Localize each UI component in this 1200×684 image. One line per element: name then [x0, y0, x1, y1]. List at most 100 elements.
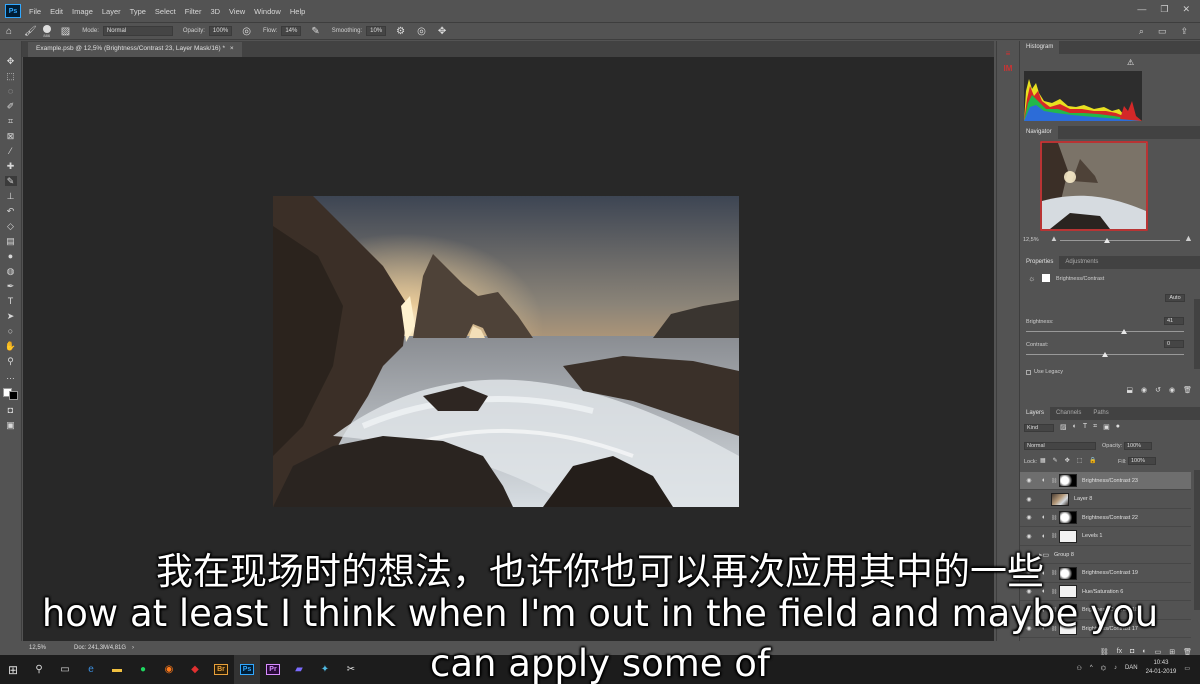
lasso-tool-icon[interactable]: ◌ [5, 86, 17, 96]
layer-visibility-icon[interactable]: ◉ [1023, 551, 1035, 558]
layers-scrollbar[interactable] [1194, 470, 1200, 610]
layer-thumbnail[interactable] [1059, 474, 1077, 487]
shape-tool-icon[interactable]: ○ [5, 326, 17, 336]
zoom-tool-icon[interactable]: ⚲ [5, 356, 17, 366]
layer-visibility-icon[interactable]: ◉ [1023, 607, 1035, 614]
eraser-tool-icon[interactable]: ◇ [5, 221, 17, 231]
status-doc-info[interactable]: Doc: 241,3M/4,81G [74, 645, 126, 651]
layer-visibility-icon[interactable]: ◉ [1023, 496, 1035, 503]
frame-tool-icon[interactable]: ⊠ [5, 131, 17, 141]
airbrush-icon[interactable]: ✎ [311, 26, 319, 37]
brightness-field[interactable]: 41 [1164, 317, 1184, 325]
app-icon-blue[interactable]: ✦ [312, 655, 338, 684]
layer-visibility-icon[interactable]: ◉ [1023, 514, 1035, 521]
contrast-knob[interactable] [1102, 352, 1108, 357]
type-filter-icon[interactable]: T [1083, 423, 1087, 431]
layer-row[interactable]: ◉ Layer 8 [1020, 491, 1191, 509]
layer-row[interactable]: ◉ ▸▭ Group 8 [1020, 546, 1191, 564]
delete-icon[interactable]: 🗑 [1183, 386, 1192, 394]
brightness-knob[interactable] [1120, 329, 1127, 334]
opacity-field[interactable]: 100% [208, 26, 233, 36]
shape-filter-icon[interactable]: ⌗ [1093, 423, 1097, 431]
mask-link-icon[interactable]: ⛓ [1051, 626, 1057, 632]
properties-scrollbar[interactable] [1194, 299, 1200, 369]
pen-tool-icon[interactable]: ✒ [5, 281, 17, 291]
layer-row[interactable]: ◉ ◐ ⛓ Levels 1 [1020, 528, 1191, 546]
marquee-tool-icon[interactable]: ⬚ [5, 71, 17, 81]
gradient-tool-icon[interactable]: ▤ [5, 236, 17, 246]
smoothing-field[interactable]: 10% [366, 26, 387, 36]
menu-file[interactable]: File [29, 7, 41, 16]
smoothing-settings-icon[interactable]: ⚙ [396, 26, 405, 37]
zoom-out-icon[interactable]: ▲ [1050, 234, 1058, 243]
tray-user-icon[interactable]: ⚇ [1076, 665, 1081, 672]
search-taskbar-icon[interactable]: ⚲ [26, 655, 52, 684]
share-icon[interactable]: ⇪ [1180, 26, 1188, 37]
mask-link-icon[interactable]: ⛓ [1051, 515, 1057, 521]
layer-row[interactable]: ◉ ◐ ⛓ Brightness/Contrast 22 [1020, 509, 1191, 527]
group-folder-icon[interactable]: ▸▭ [1039, 551, 1049, 559]
premiere-icon[interactable]: Pr [260, 655, 286, 684]
minimize-icon[interactable]: — [1137, 4, 1146, 15]
menu-window[interactable]: Window [254, 7, 281, 16]
document-tab[interactable]: Example.psb @ 12,5% (Brightness/Contrast… [28, 42, 242, 57]
firefox-icon[interactable]: ◉ [156, 655, 182, 684]
eyedropper-tool-icon[interactable]: ⁄ [5, 146, 17, 156]
auto-button[interactable]: Auto [1165, 294, 1185, 302]
im-plugin-icon[interactable]: IM [1004, 64, 1013, 73]
menu-select[interactable]: Select [155, 7, 176, 16]
path-select-tool-icon[interactable]: ➤ [5, 311, 17, 321]
tray-volume-icon[interactable]: ♪ [1114, 665, 1117, 671]
photoshop-logo[interactable]: Ps [5, 4, 21, 18]
spotify-icon[interactable]: ● [130, 655, 156, 684]
tray-chevron-icon[interactable]: ^ [1090, 665, 1093, 671]
file-explorer-icon[interactable]: ▬ [104, 655, 130, 684]
lock-pixels-icon[interactable]: ▦ [1040, 457, 1046, 464]
media-app-icon[interactable]: ◆ [182, 655, 208, 684]
symmetry-icon[interactable]: ✥ [438, 26, 446, 37]
menu-view[interactable]: View [229, 7, 245, 16]
pixel-filter-icon[interactable]: ▨ [1060, 423, 1067, 431]
bridge-icon[interactable]: Br [208, 655, 234, 684]
photoshop-taskbar-icon[interactable]: Ps [234, 655, 260, 684]
clip-to-layer-icon[interactable]: ⬓ [1126, 386, 1133, 394]
move-tool-icon[interactable]: ✥ [5, 56, 17, 66]
workspace-icon[interactable]: ▭ [1158, 26, 1167, 37]
lock-artboard-icon[interactable]: ⬚ [1077, 457, 1083, 464]
layer-visibility-icon[interactable]: ◉ [1023, 477, 1035, 484]
language-indicator[interactable]: DAN [1125, 665, 1138, 671]
visibility-icon[interactable]: ◉ [1169, 386, 1175, 394]
layer-thumbnail[interactable] [1059, 511, 1077, 524]
blend-mode-select[interactable]: Normal [1024, 442, 1096, 450]
app-icon-snip[interactable]: ✂ [338, 655, 364, 684]
tab-close-icon[interactable]: × [230, 45, 234, 52]
brush-preset-picker[interactable]: 886 [42, 24, 51, 38]
status-zoom[interactable]: 12,5% [29, 645, 46, 651]
tab-adjustments[interactable]: Adjustments [1059, 256, 1104, 269]
healing-tool-icon[interactable]: ✚ [5, 161, 17, 171]
quick-mask-icon[interactable]: ◘ [5, 405, 17, 415]
use-legacy-checkbox[interactable] [1026, 370, 1031, 375]
tab-properties[interactable]: Properties [1020, 256, 1060, 269]
stamp-tool-icon[interactable]: ⊥ [5, 191, 17, 201]
layer-thumbnail[interactable] [1051, 492, 1069, 506]
more-tools-icon[interactable]: … [5, 371, 17, 381]
brightness-slider[interactable] [1026, 331, 1184, 332]
navigator-zoom-slider[interactable] [1060, 240, 1180, 241]
menu-3d[interactable]: 3D [210, 7, 220, 16]
layer-row[interactable]: ◉ ◐ ⛓ Brightness/Contrast 18 [1020, 602, 1191, 620]
layer-opacity-field[interactable]: 100% [1124, 442, 1152, 450]
pressure-opacity-icon[interactable]: ◎ [242, 26, 251, 37]
restore-icon[interactable]: ❐ [1160, 4, 1168, 15]
tab-paths[interactable]: Paths [1087, 407, 1114, 420]
crop-tool-icon[interactable]: ⌗ [5, 116, 17, 126]
color-swatches[interactable] [3, 388, 18, 400]
flow-field[interactable]: 14% [281, 26, 302, 36]
notifications-icon[interactable]: ▭ [1184, 665, 1190, 672]
mask-link-icon[interactable]: ⛓ [1051, 607, 1057, 613]
navigator-zoom-knob[interactable] [1104, 238, 1110, 243]
mask-link-icon[interactable]: ⛓ [1051, 589, 1057, 595]
brush-settings-icon[interactable]: ▨ [61, 26, 70, 37]
mask-link-icon[interactable]: ⛓ [1051, 478, 1057, 484]
background-color-swatch[interactable] [9, 391, 18, 400]
